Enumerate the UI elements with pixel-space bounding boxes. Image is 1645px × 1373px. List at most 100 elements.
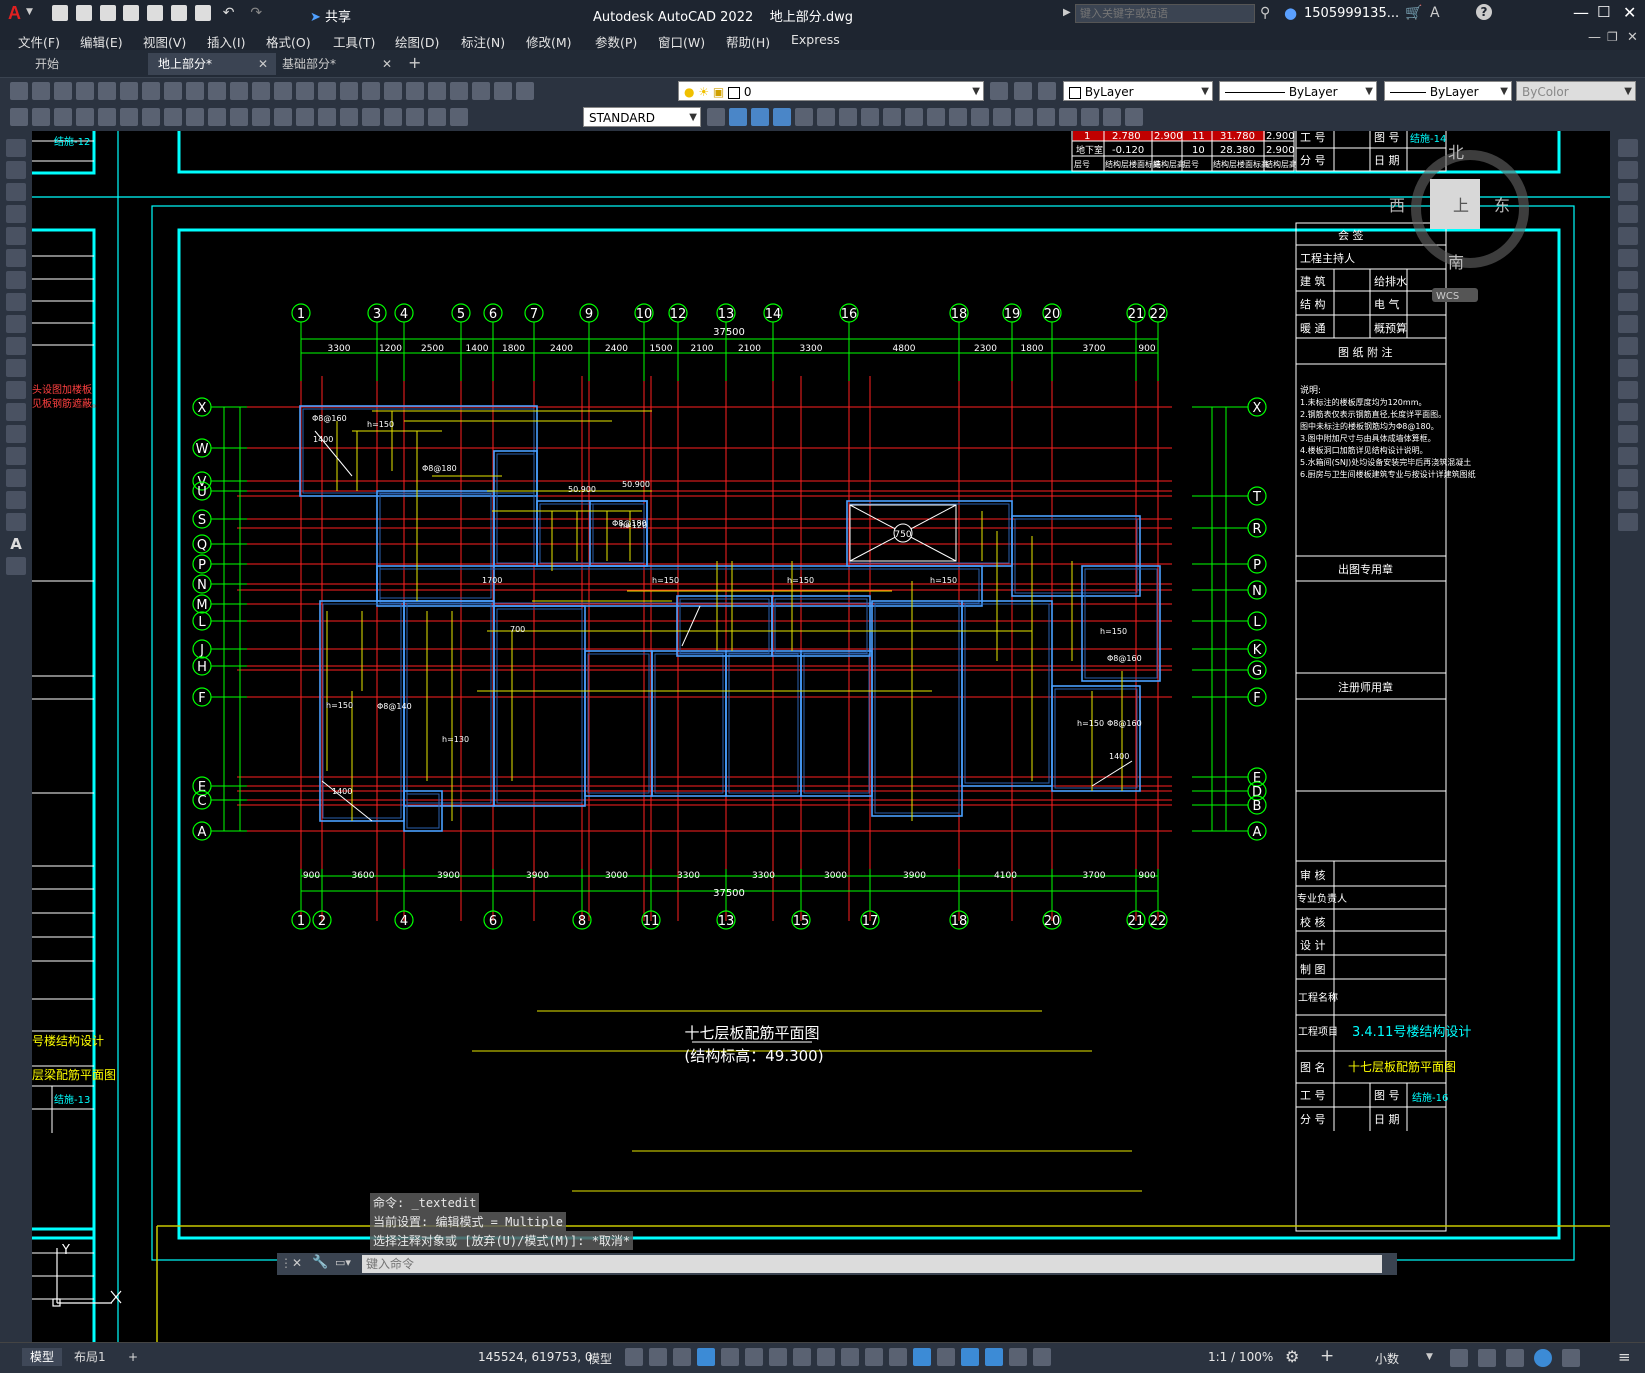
center-mark-icon[interactable] <box>340 108 358 126</box>
drawing-canvas[interactable]: 结施-12 号楼结构设计 层梁配筋平面图 结施-13 头设图加楼板 见板钢筋遮蔽… <box>32 131 1610 1342</box>
dimlinear-icon[interactable] <box>32 108 50 126</box>
undo-icon[interactable]: ↶ <box>223 5 235 21</box>
infer-constraints-icon[interactable] <box>673 1348 691 1366</box>
dimdiameter-icon[interactable] <box>164 108 182 126</box>
lock-ui-icon[interactable] <box>1478 1349 1496 1367</box>
layer-previous-icon[interactable] <box>1014 82 1032 100</box>
offset-icon[interactable] <box>1618 205 1638 223</box>
array-icon[interactable] <box>1618 227 1638 245</box>
trim-object-icon[interactable] <box>1618 337 1638 355</box>
insert-block-icon[interactable] <box>6 381 26 399</box>
autoscale-icon[interactable] <box>1009 1348 1027 1366</box>
cart-icon[interactable]: 🛒 <box>1405 5 1422 21</box>
undo-icon[interactable] <box>230 82 248 100</box>
break-at-point-icon[interactable] <box>1618 381 1638 399</box>
line-icon[interactable] <box>6 139 26 157</box>
tab-close-icon[interactable]: ✕ <box>258 53 268 75</box>
menu-modify[interactable]: 修改(M) <box>526 32 572 51</box>
open-web-icon[interactable] <box>147 5 164 21</box>
3dwedge-icon[interactable] <box>751 108 769 126</box>
layer-properties-icon[interactable] <box>516 82 534 100</box>
layout-tab-model[interactable]: 模型 <box>22 1348 63 1366</box>
scale-icon[interactable] <box>839 108 857 126</box>
dimstyle-icon[interactable] <box>707 108 725 126</box>
inspect-icon[interactable] <box>362 108 380 126</box>
plot-icon[interactable] <box>194 5 211 21</box>
viewcube-top-face[interactable]: 上 <box>1453 196 1469 215</box>
copy-icon[interactable] <box>164 82 182 100</box>
annotation-monitor-icon[interactable]: + <box>1320 1346 1334 1366</box>
dimjogged-icon[interactable] <box>142 108 160 126</box>
move-icon[interactable] <box>795 108 813 126</box>
extend-object-icon[interactable] <box>1618 359 1638 377</box>
search-input[interactable] <box>1075 4 1255 23</box>
pan-icon[interactable] <box>274 82 292 100</box>
dimupdate-icon[interactable] <box>450 108 468 126</box>
wcs-menu[interactable]: WCS <box>1436 291 1459 302</box>
coordinates-readout[interactable]: 145524, 619753, 0 <box>478 1350 593 1364</box>
viewcube-north[interactable]: 北 <box>1448 143 1464 162</box>
add-selected-icon[interactable] <box>6 557 26 575</box>
dynamic-ucs-icon[interactable] <box>913 1348 931 1366</box>
hide-icon[interactable] <box>1037 108 1055 126</box>
jogline-icon[interactable] <box>384 108 402 126</box>
ellipse-icon[interactable] <box>6 337 26 355</box>
3dbox-icon[interactable] <box>729 108 747 126</box>
doc-minimize-icon[interactable]: — <box>1588 30 1601 45</box>
publish-icon[interactable] <box>120 82 138 100</box>
rectangle-icon[interactable] <box>6 227 26 245</box>
dimangular-icon[interactable] <box>186 108 204 126</box>
menu-help[interactable]: 帮助(H) <box>726 32 770 51</box>
dimtedit-icon[interactable] <box>428 108 446 126</box>
calculator-icon[interactable] <box>472 82 490 100</box>
layer-state-icon[interactable] <box>1038 82 1056 100</box>
plotstyle-dropdown[interactable]: ByColor ▼ <box>1516 81 1636 101</box>
new-file-icon[interactable] <box>52 5 68 21</box>
redo-icon[interactable]: ↷ <box>250 5 262 21</box>
break-icon[interactable] <box>927 108 945 126</box>
chamfer-object-icon[interactable] <box>1618 447 1638 465</box>
extend-icon[interactable] <box>905 108 923 126</box>
transparency-icon[interactable] <box>841 1348 859 1366</box>
explode-icon[interactable] <box>1015 108 1033 126</box>
doc-close-icon[interactable]: ✕ <box>1627 30 1638 45</box>
qdim-icon[interactable] <box>10 108 28 126</box>
menu-view[interactable]: 视图(V) <box>143 32 186 51</box>
save-web-icon[interactable] <box>171 5 188 21</box>
minimize-icon[interactable]: — <box>1573 3 1589 22</box>
table-icon[interactable] <box>6 513 26 531</box>
customization-menu-icon[interactable]: ≡ <box>1618 1348 1631 1366</box>
otrack-icon[interactable] <box>769 1348 787 1366</box>
menu-express[interactable]: Express <box>791 32 840 47</box>
command-input[interactable] <box>362 1255 1382 1273</box>
mirror-icon[interactable] <box>1618 183 1638 201</box>
tab-close-icon[interactable]: ✕ <box>382 53 392 75</box>
arc-icon[interactable] <box>6 249 26 267</box>
open-icon[interactable] <box>32 82 50 100</box>
dimspace-icon[interactable] <box>274 108 292 126</box>
fillet-icon[interactable] <box>993 108 1011 126</box>
lineweight-dropdown[interactable]: ByLayer ▼ <box>1384 81 1512 101</box>
cut-icon[interactable] <box>142 82 160 100</box>
menu-tools[interactable]: 工具(T) <box>333 32 375 51</box>
user-name[interactable]: 1505999135... <box>1304 6 1399 21</box>
units-dropdown[interactable]: 小数 <box>1375 1350 1399 1367</box>
autodesk-a360-icon[interactable]: A <box>1430 5 1440 21</box>
menu-draw[interactable]: 绘图(D) <box>395 32 439 51</box>
menu-parametric[interactable]: 参数(P) <box>595 32 637 51</box>
search-expand-icon[interactable]: ▶ <box>1063 7 1071 18</box>
tolerance-icon[interactable] <box>318 108 336 126</box>
layout-tab-1[interactable]: 布局1 <box>66 1348 114 1366</box>
drawing-svg[interactable]: 结施-12 号楼结构设计 层梁配筋平面图 结施-13 头设图加楼板 见板钢筋遮蔽… <box>32 131 1610 1342</box>
move-object-icon[interactable] <box>1618 249 1638 267</box>
material-icon[interactable] <box>1103 108 1121 126</box>
fillet-object-icon[interactable] <box>1618 469 1638 487</box>
selection-filter-icon[interactable] <box>937 1348 955 1366</box>
dimaligned-icon[interactable] <box>54 108 72 126</box>
zoom-previous-icon[interactable] <box>340 82 358 100</box>
ortho-icon[interactable] <box>697 1348 715 1366</box>
osnap-icon[interactable] <box>793 1348 811 1366</box>
markup-icon[interactable] <box>450 82 468 100</box>
save-as-icon[interactable] <box>123 5 140 21</box>
erase-icon[interactable] <box>1618 139 1638 157</box>
